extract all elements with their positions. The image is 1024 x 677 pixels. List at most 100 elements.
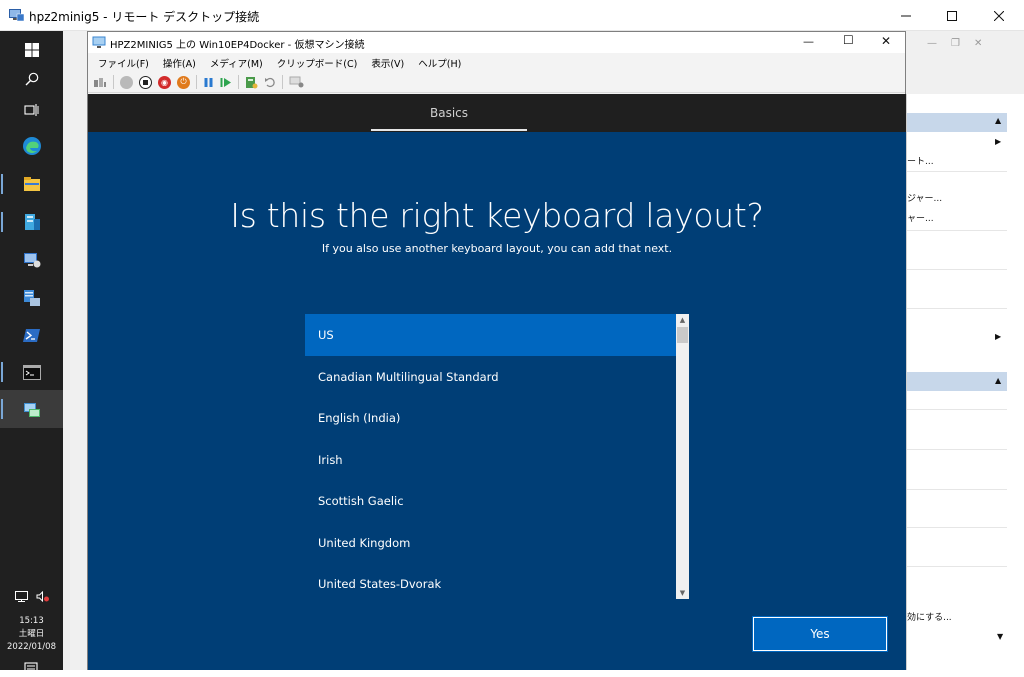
start-vm-icon[interactable] (120, 75, 133, 89)
vm-close-button[interactable]: ✕ (881, 34, 891, 48)
remote-desktop-app-icon (9, 9, 24, 22)
power-icon[interactable]: ⏻ (177, 75, 190, 89)
list-item[interactable]: English (India) (305, 397, 676, 439)
powershell-icon (23, 328, 40, 342)
toolbar-separator (238, 75, 239, 89)
clock-day[interactable]: 土曜日 (0, 628, 63, 641)
page-title: Is this the right keyboard layout? (230, 196, 764, 235)
list-scrollbar[interactable]: ▲ ▼ (676, 314, 689, 599)
close-button[interactable] (976, 0, 1022, 31)
hyper-v-manager-icon (23, 402, 40, 417)
vm-maximize-button[interactable]: ☐ (843, 33, 854, 47)
maximize-button[interactable] (929, 0, 975, 31)
hyper-v-manager-button[interactable] (0, 390, 63, 428)
list-item[interactable]: Canadian Multilingual Standard (305, 356, 676, 398)
oobe-header: Basics (88, 94, 906, 132)
menu-view[interactable]: 表示(V) (371, 56, 404, 70)
host-divider (907, 489, 1007, 490)
vm-minimize-button[interactable]: — (803, 35, 814, 48)
host-divider (907, 449, 1007, 450)
checkpoint-icon[interactable] (245, 76, 258, 89)
task-view-button[interactable] (0, 91, 63, 129)
volume-muted-icon[interactable] (36, 590, 49, 602)
page-subtitle: If you also use another keyboard layout,… (321, 242, 673, 255)
windows-admin-center-button[interactable] (0, 279, 63, 317)
list-item[interactable]: United Kingdom (305, 522, 676, 564)
yes-button[interactable]: Yes (752, 616, 888, 652)
host-caption-buttons: — ❐ ✕ (927, 33, 1024, 53)
system-tray: 15:13 土曜日 2022/01/08 (0, 586, 63, 677)
host-action-text[interactable]: ャー... (907, 211, 934, 224)
revert-icon[interactable] (264, 76, 276, 88)
host-actions-pane: ▲ ▶ ート... ジャー... ャー... ▶ ▲ 効にする... ▼ (906, 94, 1024, 670)
remote-desktop-button[interactable] (0, 241, 63, 279)
collapse-up-icon[interactable]: ▲ (995, 116, 1001, 125)
minimize-icon (901, 15, 911, 16)
list-item[interactable]: United States-Dvorak (305, 563, 676, 599)
host-divider (907, 308, 1007, 309)
toolbar-separator (282, 75, 283, 89)
turn-off-icon[interactable] (139, 75, 152, 89)
powershell-button[interactable] (0, 316, 63, 354)
list-item[interactable]: US (305, 314, 676, 356)
command-prompt-button[interactable] (0, 353, 63, 391)
command-prompt-icon (22, 364, 41, 380)
pause-icon[interactable] (203, 77, 214, 88)
list-item[interactable]: Scottish Gaelic (305, 480, 676, 522)
host-actions-header (907, 113, 1007, 132)
resume-icon[interactable] (220, 77, 232, 88)
menu-clipboard[interactable]: クリップボード(C) (277, 56, 358, 70)
menu-media[interactable]: メディア(M) (210, 56, 263, 70)
host-divider (907, 230, 1007, 231)
close-icon (994, 10, 1004, 21)
shut-down-icon[interactable]: ◉ (158, 75, 171, 89)
enhanced-session-icon[interactable] (289, 76, 304, 88)
remote-taskbar: 15:13 土曜日 2022/01/08 (0, 31, 63, 677)
list-item[interactable]: Irish (305, 439, 676, 481)
server-manager-button[interactable] (0, 203, 63, 241)
file-explorer-button[interactable] (0, 165, 63, 203)
menu-action[interactable]: 操作(A) (163, 56, 196, 70)
clock-time[interactable]: 15:13 (0, 615, 63, 628)
vm-connect-app-icon (92, 36, 106, 48)
scroll-up-icon[interactable]: ▲ (676, 314, 689, 326)
submenu-arrow-icon[interactable]: ▶ (995, 137, 1001, 146)
clock-date[interactable]: 2022/01/08 (0, 641, 63, 654)
host-divider (907, 409, 1007, 410)
file-explorer-icon (23, 177, 40, 191)
vm-toolbar: ◉ ⏻ (88, 72, 905, 93)
minimize-button[interactable] (883, 0, 929, 31)
menu-file[interactable]: ファイル(F) (98, 56, 149, 70)
scrollbar-thumb[interactable] (677, 327, 688, 343)
host-restore-icon[interactable]: ❐ (951, 38, 960, 49)
host-action-text[interactable]: ート... (907, 154, 934, 167)
ctrl-alt-del-icon[interactable] (93, 76, 107, 88)
keyboard-layout-list[interactable]: US Canadian Multilingual Standard Englis… (305, 314, 689, 599)
server-manager-icon (24, 214, 40, 230)
collapse-up-icon[interactable]: ▲ (995, 376, 1001, 385)
scroll-down-icon[interactable]: ▼ (997, 632, 1003, 641)
submenu-arrow-icon[interactable]: ▶ (995, 332, 1001, 341)
menu-help[interactable]: ヘルプ(H) (418, 56, 461, 70)
scroll-down-icon[interactable]: ▼ (676, 587, 689, 599)
oobe-main-panel: Is this the right keyboard layout? If yo… (88, 132, 906, 670)
vm-window-title: HPZ2MINIG5 上の Win10EP4Docker - 仮想マシン接続 (110, 40, 365, 51)
vm-title-bar: HPZ2MINIG5 上の Win10EP4Docker - 仮想マシン接続 —… (88, 32, 905, 53)
close-icon: ✕ (881, 34, 892, 48)
windows-start-icon (24, 43, 39, 57)
remote-desktop-icon (23, 253, 40, 268)
rdp-title-bar: hpz2minig5 - リモート デスクトップ接続 (0, 0, 1024, 31)
host-minimize-icon[interactable]: — (927, 38, 937, 49)
network-icon[interactable] (14, 590, 28, 602)
edge-icon (22, 137, 41, 155)
windows-admin-center-icon (23, 290, 40, 306)
maximize-icon (947, 10, 957, 21)
host-divider (907, 269, 1007, 270)
host-close-icon[interactable]: ✕ (974, 38, 982, 49)
toolbar-separator (196, 75, 197, 89)
host-action-text[interactable]: ジャー... (907, 191, 942, 204)
host-action-text[interactable]: 効にする... (907, 610, 952, 623)
edge-button[interactable] (0, 127, 63, 165)
search-icon (25, 72, 38, 86)
host-divider (907, 171, 1007, 172)
